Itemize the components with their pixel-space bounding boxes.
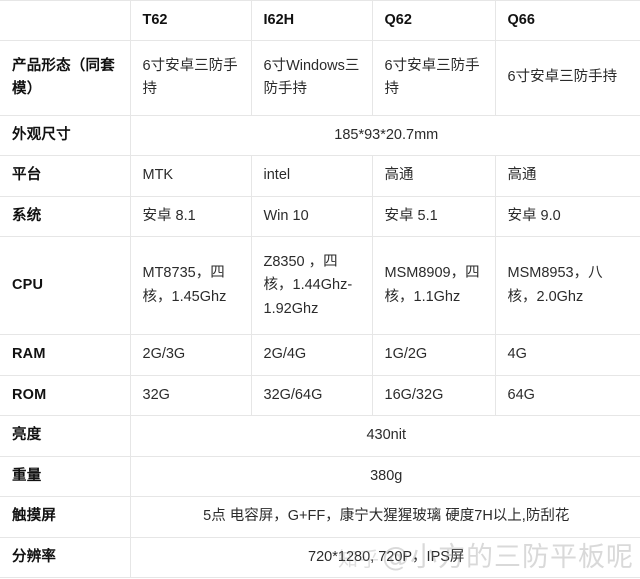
table-header: T62 I62H Q62 Q66: [0, 0, 640, 41]
row-label-touchscreen: 触摸屏: [0, 496, 130, 538]
table-row: 产品形态（同套模） 6寸安卓三防手持 6寸Windows三防手持 6寸安卓三防手…: [0, 40, 640, 116]
row-label-rom: ROM: [0, 374, 130, 417]
cell-resolution-all: 720*1280, 720P，IPS屏: [129, 536, 640, 579]
spec-comparison-container: T62 I62H Q62 Q66 产品形态（同套模） 6寸安卓三防手持 6寸Wi…: [0, 0, 640, 579]
cell-ram-t62: 2G/3G: [129, 334, 251, 376]
row-label-dimensions: 外观尺寸: [0, 114, 130, 157]
cell-product-form-q66: 6寸安卓三防手持: [494, 40, 640, 116]
row-label-brightness: 亮度: [0, 415, 130, 457]
row-label-cpu: CPU: [0, 236, 130, 336]
column-header-q62: Q62: [371, 0, 495, 41]
cell-os-t62: 安卓 8.1: [129, 195, 251, 238]
row-label-resolution: 分辨率: [0, 536, 130, 579]
cell-dimensions-all: 185*93*20.7mm: [129, 114, 640, 157]
row-label-os: 系统: [0, 195, 130, 238]
cell-rom-t62: 32G: [129, 374, 251, 417]
cell-rom-i62h: 32G/64G: [250, 374, 372, 417]
row-label-platform: 平台: [0, 155, 130, 197]
cell-touchscreen-all: 5点 电容屏，G+FF，康宁大猩猩玻璃 硬度7H以上,防刮花: [129, 496, 640, 538]
cell-cpu-q66: MSM8953，八核，2.0Ghz: [494, 236, 640, 336]
cell-rom-q62: 16G/32G: [371, 374, 495, 417]
table-row: 分辨率 720*1280, 720P，IPS屏: [0, 536, 640, 579]
cell-os-q62: 安卓 5.1: [371, 195, 495, 238]
cell-os-q66: 安卓 9.0: [494, 195, 640, 238]
cell-platform-t62: MTK: [129, 155, 251, 197]
column-header-q66: Q66: [494, 0, 640, 41]
cell-product-form-t62: 6寸安卓三防手持: [129, 40, 251, 116]
cell-ram-q62: 1G/2G: [371, 334, 495, 376]
table-row: 亮度 430nit: [0, 415, 640, 457]
table-row: 平台 MTK intel 高通 高通: [0, 155, 640, 197]
table-row: CPU MT8735，四核，1.45Ghz Z8350 ，四核，1.44Ghz-…: [0, 236, 640, 336]
table-row: RAM 2G/3G 2G/4G 1G/2G 4G: [0, 334, 640, 376]
cell-platform-i62h: intel: [250, 155, 372, 197]
cell-rom-q66: 64G: [494, 374, 640, 417]
column-header-i62h: I62H: [250, 0, 372, 41]
header-row: T62 I62H Q62 Q66: [0, 0, 640, 41]
cell-brightness-all: 430nit: [129, 415, 640, 457]
table-row: 触摸屏 5点 电容屏，G+FF，康宁大猩猩玻璃 硬度7H以上,防刮花: [0, 496, 640, 538]
table-row: 重量 380g: [0, 455, 640, 498]
cell-cpu-q62: MSM8909，四核，1.1Ghz: [371, 236, 495, 336]
cell-os-i62h: Win 10: [250, 195, 372, 238]
cell-product-form-i62h: 6寸Windows三防手持: [250, 40, 372, 116]
row-label-weight: 重量: [0, 455, 130, 498]
cell-product-form-q62: 6寸安卓三防手持: [371, 40, 495, 116]
cell-weight-all: 380g: [129, 455, 640, 498]
table-row: 外观尺寸 185*93*20.7mm: [0, 114, 640, 157]
cell-platform-q66: 高通: [494, 155, 640, 197]
product-spec-comparison-table: T62 I62H Q62 Q66 产品形态（同套模） 6寸安卓三防手持 6寸Wi…: [0, 0, 640, 579]
table-body: 产品形态（同套模） 6寸安卓三防手持 6寸Windows三防手持 6寸安卓三防手…: [0, 40, 640, 579]
cell-ram-q66: 4G: [494, 334, 640, 376]
table-row: ROM 32G 32G/64G 16G/32G 64G: [0, 374, 640, 417]
cell-ram-i62h: 2G/4G: [250, 334, 372, 376]
header-corner-blank: [0, 0, 130, 41]
column-header-t62: T62: [129, 0, 251, 41]
cell-platform-q62: 高通: [371, 155, 495, 197]
row-label-ram: RAM: [0, 334, 130, 376]
cell-cpu-i62h: Z8350 ，四核，1.44Ghz-1.92Ghz: [250, 236, 372, 336]
row-label-product-form: 产品形态（同套模）: [0, 40, 130, 116]
cell-cpu-t62: MT8735，四核，1.45Ghz: [129, 236, 251, 336]
table-row: 系统 安卓 8.1 Win 10 安卓 5.1 安卓 9.0: [0, 195, 640, 238]
